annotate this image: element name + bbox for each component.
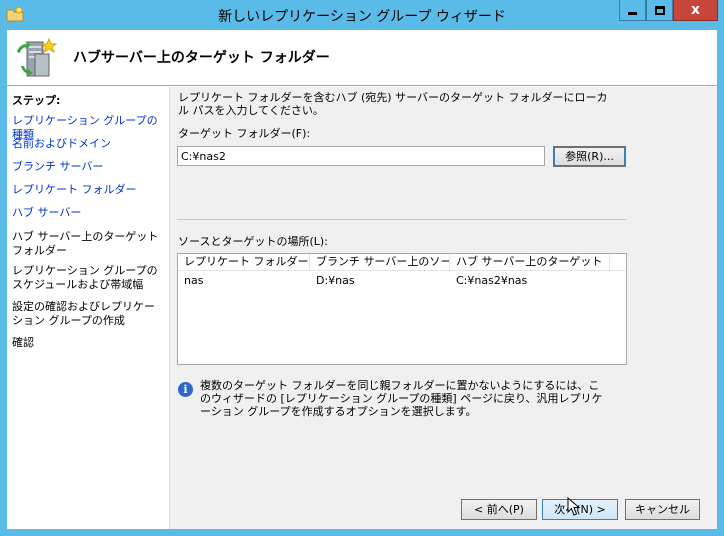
locations-label: ソースとターゲットの場所(L): [178, 235, 328, 248]
step-branch-server[interactable]: ブランチ サーバー [12, 160, 164, 174]
step-confirmation: 確認 [12, 336, 34, 349]
steps-panel: ステップ: レプリケーション グループの種類 名前およびドメイン ブランチ サー… [7, 87, 170, 529]
target-folder-input[interactable] [177, 146, 545, 166]
maximize-button[interactable] [646, 0, 673, 21]
step-review-create: 設定の確認およびレプリケーション グループの作成 [12, 300, 155, 327]
content-panel: レプリケート フォルダーを含むハブ (宛先) サーバーのターゲット フォルダーに… [177, 87, 717, 529]
column-header-branch-source[interactable]: ブランチ サーバー上のソー... [310, 254, 450, 271]
minimize-button[interactable] [619, 0, 646, 21]
mouse-pointer-icon [567, 497, 581, 516]
step-replicated-folder[interactable]: レプリケート フォルダー [12, 183, 164, 197]
cell-replicated-folder[interactable]: nas [178, 274, 203, 287]
title-bar[interactable]: 新しいレプリケーション グループ ウィザード x [0, 0, 724, 30]
column-header-replicated-folder[interactable]: レプリケート フォルダーの... [178, 254, 310, 271]
list-header: レプリケート フォルダーの... ブランチ サーバー上のソー... ハブ サーバ… [178, 254, 626, 271]
minimize-icon [628, 11, 637, 15]
page-description: レプリケート フォルダーを含むハブ (宛先) サーバーのターゲット フォルダーに… [178, 91, 608, 117]
page-title: ハブサーバー上のターゲット フォルダー [73, 50, 330, 66]
wizard-client: ハブサーバー上のターゲット フォルダー ステップ: レプリケーション グループの… [7, 30, 717, 529]
browse-button[interactable]: 参照(R)... [553, 146, 626, 167]
step-name-and-domain[interactable]: 名前およびドメイン [12, 137, 164, 151]
steps-heading: ステップ: [12, 94, 61, 107]
step-hub-server[interactable]: ハブ サーバー [12, 206, 164, 220]
info-icon: i [178, 382, 193, 397]
cell-hub-target[interactable]: C:¥nas2¥nas [450, 274, 527, 287]
cell-branch-source[interactable]: D:¥nas [310, 274, 355, 287]
cancel-button[interactable]: キャンセル [625, 499, 700, 520]
window-title: 新しいレプリケーション グループ ウィザード [218, 9, 506, 25]
back-button[interactable]: < 前へ(P) [461, 499, 537, 520]
wizard-header: ハブサーバー上のターゲット フォルダー [7, 30, 717, 86]
step-schedule-bandwidth: レプリケーション グループのスケジュールおよび帯域幅 [12, 264, 158, 291]
wizard-body: ステップ: レプリケーション グループの種類 名前およびドメイン ブランチ サー… [7, 87, 717, 529]
locations-list[interactable]: レプリケート フォルダーの... ブランチ サーバー上のソー... ハブ サーバ… [177, 253, 627, 365]
close-button[interactable]: x [673, 0, 718, 21]
target-folder-label: ターゲット フォルダー(F): [178, 127, 311, 140]
info-message: 複数のターゲット フォルダーを同じ親フォルダーに置かないようにするには、このウィ… [200, 379, 603, 418]
wizard-window: 新しいレプリケーション グループ ウィザード x ハブサーバー上のターゲット フ… [0, 0, 724, 536]
column-header-hub-target[interactable]: ハブ サーバー上のターゲット [450, 254, 610, 271]
step-hub-target-folder: ハブ サーバー上のターゲット フォルダー [12, 230, 159, 257]
separator [177, 219, 626, 220]
replication-server-icon [17, 37, 57, 77]
maximize-icon [654, 5, 665, 15]
close-icon: x [690, 2, 701, 18]
